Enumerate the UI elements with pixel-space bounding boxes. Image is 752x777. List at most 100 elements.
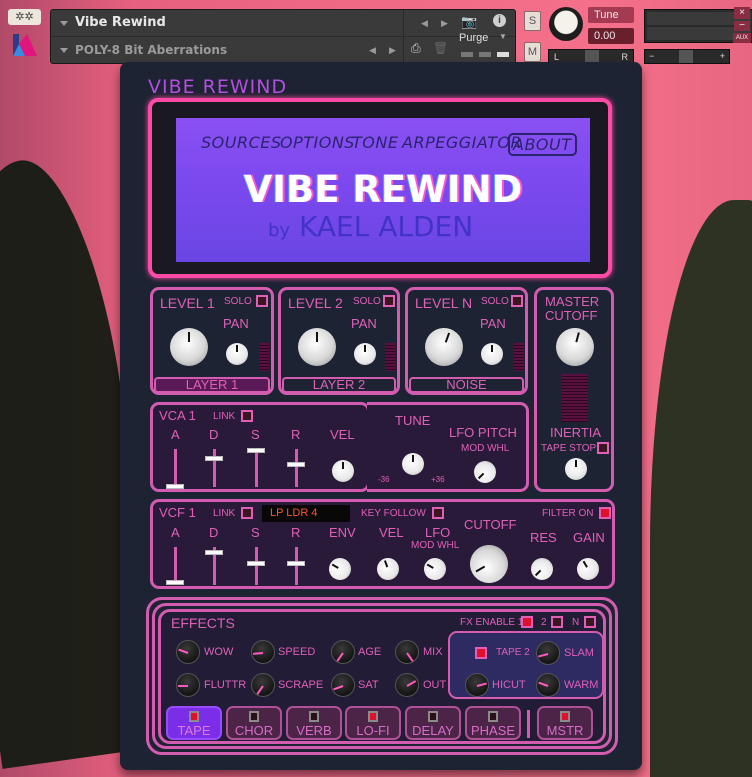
vcf-cutoff-knob[interactable]: [463, 538, 515, 590]
close-button[interactable]: ×: [734, 7, 750, 19]
vca-attack-fader[interactable]: [166, 484, 184, 489]
fx-enable-1-checkbox[interactable]: [521, 616, 533, 628]
pan-2-knob[interactable]: [354, 343, 376, 365]
info-icon[interactable]: i: [493, 14, 506, 27]
settings-gear-button[interactable]: ✲✲: [8, 9, 41, 25]
display-screen: SOURCES OPTIONS TONE ARPEGGIATOR ABOUT V…: [176, 118, 590, 262]
purge-chevron-down-icon[interactable]: ▼: [499, 32, 507, 41]
layer-2-tab[interactable]: LAYER 2: [282, 377, 396, 393]
fx-enable-n-label: N: [572, 617, 580, 628]
preset-menu-arrow-icon[interactable]: [60, 48, 68, 53]
aux-button[interactable]: AUX: [733, 33, 751, 43]
level-n-knob[interactable]: [419, 322, 469, 372]
vcf-gain-knob[interactable]: [572, 553, 604, 585]
vcf-vel-knob[interactable]: [373, 554, 403, 584]
kontakt-logo-icon: [13, 34, 37, 56]
tape-stop-checkbox[interactable]: [597, 442, 609, 454]
save-icon[interactable]: ⎙: [411, 41, 421, 56]
fluttr-knob[interactable]: [176, 673, 200, 697]
vca-decay-fader[interactable]: [205, 456, 223, 461]
mute-button[interactable]: M: [524, 42, 541, 62]
vca-vel-knob[interactable]: [332, 460, 354, 482]
preset-name[interactable]: POLY-8 Bit Aberrations: [75, 43, 227, 57]
sat-knob[interactable]: [331, 673, 355, 697]
vcf-res-knob[interactable]: [526, 553, 558, 585]
noise-tab[interactable]: NOISE: [409, 377, 524, 393]
tune-label: TUNE: [395, 413, 431, 428]
instrument-menu-arrow-icon[interactable]: [60, 21, 68, 26]
master-cutoff-knob[interactable]: [551, 323, 599, 371]
fx-enable-n-checkbox[interactable]: [584, 616, 596, 628]
vcf-vel-label: VEL: [379, 525, 404, 540]
by-label: by: [268, 220, 291, 241]
vca-link-checkbox[interactable]: [241, 410, 253, 422]
vcf-release-fader[interactable]: [287, 561, 305, 566]
nav-options[interactable]: OPTIONS: [280, 133, 355, 152]
cutoff-label: CUTOFF: [545, 308, 598, 323]
fx-tab-tape[interactable]: TAPE: [166, 706, 222, 740]
fx-tab-chor[interactable]: CHOR: [226, 706, 282, 740]
tape2-checkbox[interactable]: [475, 647, 487, 659]
slam-knob[interactable]: [536, 641, 560, 665]
solo-button[interactable]: S: [524, 11, 541, 31]
purge-dropdown[interactable]: Purge: [459, 32, 488, 44]
next-instrument-icon[interactable]: ▶: [441, 18, 448, 29]
lfo-pitch-knob[interactable]: [469, 456, 501, 488]
wow-knob[interactable]: [176, 640, 200, 664]
fx-enable-2-checkbox[interactable]: [551, 616, 563, 628]
solo-1-checkbox[interactable]: [256, 295, 268, 307]
next-preset-icon[interactable]: ▶: [389, 45, 396, 56]
vcf-decay-fader[interactable]: [205, 550, 223, 555]
key-follow-checkbox[interactable]: [432, 507, 444, 519]
pan-1-knob[interactable]: [226, 343, 248, 365]
vca-release-fader[interactable]: [287, 462, 305, 467]
speed-knob[interactable]: [251, 640, 275, 664]
vcf-gain-label: GAIN: [573, 530, 605, 545]
vcf-sustain-fader[interactable]: [247, 561, 265, 566]
prev-preset-icon[interactable]: ◀: [369, 45, 376, 56]
tune-value[interactable]: 0.00: [588, 28, 634, 44]
fx-tab-lofi[interactable]: LO-FI: [345, 706, 401, 740]
level-1-knob[interactable]: [170, 328, 208, 366]
vcf-env-knob[interactable]: [324, 553, 356, 585]
hicut-label: HICUT: [492, 679, 526, 691]
layer-1-tab[interactable]: LAYER 1: [154, 377, 270, 393]
instrument-title[interactable]: Vibe Rewind: [75, 15, 166, 30]
vcf-attack-fader[interactable]: [166, 580, 184, 585]
camera-icon[interactable]: 📷: [461, 14, 477, 30]
hicut-knob[interactable]: [465, 673, 489, 697]
scrape-knob[interactable]: [251, 673, 275, 697]
pan-n-knob[interactable]: [481, 343, 503, 365]
solo-n-checkbox[interactable]: [511, 295, 523, 307]
noise-layer-panel: LEVEL N SOLO PAN NOISE: [405, 287, 528, 395]
volume-handle[interactable]: [679, 50, 693, 63]
fx-tab-verb[interactable]: VERB: [286, 706, 342, 740]
minimize-button[interactable]: −: [734, 21, 750, 31]
level-2-knob[interactable]: [298, 328, 336, 366]
nav-arpeggiator[interactable]: ARPEGGIATOR: [402, 133, 522, 152]
volume-slider[interactable]: − +: [644, 49, 730, 64]
nav-about[interactable]: ABOUT: [508, 133, 577, 156]
vcf-lfo-knob[interactable]: [419, 553, 451, 585]
solo-2-checkbox[interactable]: [383, 295, 395, 307]
out-knob[interactable]: [395, 673, 419, 697]
layer-1-panel: LEVEL 1 SOLO PAN LAYER 1: [150, 287, 274, 395]
nav-sources[interactable]: SOURCES: [201, 133, 282, 152]
tune-knob-vca[interactable]: [402, 453, 424, 475]
delete-icon[interactable]: 🗑: [433, 41, 448, 55]
mix-knob[interactable]: [395, 640, 419, 664]
tune-knob[interactable]: [549, 7, 583, 41]
fx-tab-delay[interactable]: DELAY: [405, 706, 461, 740]
inertia-knob[interactable]: [565, 458, 587, 480]
lfo-pitch-mod-whl-label: MOD WHL: [461, 443, 510, 454]
filter-type-display[interactable]: LP LDR 4: [262, 505, 350, 522]
nav-tone[interactable]: TONE: [352, 133, 398, 152]
fx-tab-mstr[interactable]: MSTR: [537, 706, 593, 740]
filter-on-checkbox[interactable]: [599, 507, 611, 519]
prev-instrument-icon[interactable]: ◀: [421, 18, 428, 29]
fx-tab-phase[interactable]: PHASE: [465, 706, 521, 740]
warm-knob[interactable]: [536, 673, 560, 697]
vca-sustain-fader[interactable]: [247, 448, 265, 453]
vcf-link-checkbox[interactable]: [241, 507, 253, 519]
age-knob[interactable]: [331, 640, 355, 664]
